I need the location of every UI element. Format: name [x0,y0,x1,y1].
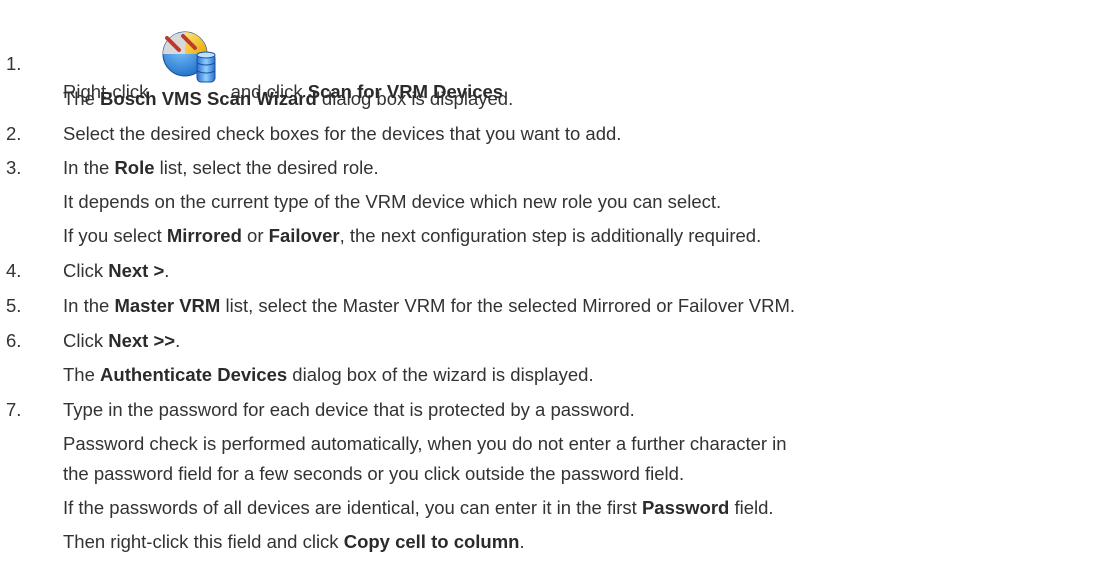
ui-term: Role [114,157,155,178]
text-run: Click [63,260,109,281]
step-number: 5. [6,295,22,316]
step-number: 4. [6,260,22,281]
text-run: If you select [63,225,167,246]
text-run: list, select the desired role. [154,157,379,178]
text-run: . [164,260,170,281]
text-run: It depends on the current type of the VR… [63,191,722,212]
text-run: field. [729,497,774,518]
step-text-line: The Authenticate Devices dialog box of t… [63,363,594,387]
text-run: . [175,330,181,351]
step-text-line: Password check is performed automaticall… [63,432,787,456]
text-run: Password check is performed automaticall… [63,433,787,454]
text-run: . [519,531,525,552]
step-text-line: the password field for a few seconds or … [63,462,684,486]
text-run: In the [63,157,115,178]
text-run: Type in the password for each device tha… [63,399,635,420]
step-number: 7. [6,399,22,420]
step-text-line: In the Master VRM list, select the Maste… [63,294,795,318]
step-text-line: Then right-click this field and click Co… [63,530,525,554]
ui-term: Master VRM [114,295,221,316]
ui-term: Mirrored [166,225,242,246]
text-run: dialog box of the wizard is displayed. [287,364,594,385]
step-text-line: If the passwords of all devices are iden… [63,496,774,520]
step-text-line: Click Next >>. [63,329,180,353]
step-text-line: The Bosch VMS Scan Wizard dialog box is … [63,87,513,111]
step-text-line: It depends on the current type of the VR… [63,190,721,214]
text-run: , the next configuration step is additio… [339,225,762,246]
ui-term: Bosch VMS Scan Wizard [100,88,317,109]
text-run: the password field for a few seconds or … [63,463,685,484]
text-run: The [63,364,101,385]
text-run: list, select the Master VRM for the sele… [220,295,796,316]
step-text-line: Type in the password for each device tha… [63,398,635,422]
text-run: The [63,88,101,109]
step-text-line: In the Role list, select the desired rol… [63,156,379,180]
step-number: 6. [6,330,22,351]
step-number: 1. [6,53,22,74]
ui-term: Authenticate Devices [100,364,288,385]
text-run: Select the desired check boxes for the d… [63,123,622,144]
text-run: If the passwords of all devices are iden… [63,497,642,518]
text-run: Click [63,330,109,351]
text-run: or [241,225,269,246]
text-run: Then right-click this field and click [63,531,344,552]
step-number: 2. [6,123,22,144]
text-run: In the [63,295,115,316]
ui-term: Password [641,497,730,518]
step-number: 3. [6,157,22,178]
step-text-line: Click Next >. [63,259,169,283]
ui-term: Failover [268,225,340,246]
ui-term: Copy cell to column [343,531,520,552]
step-text-line: Select the desired check boxes for the d… [63,122,621,146]
ui-term: Next > [108,260,165,281]
ui-term: Next >> [108,330,176,351]
text-run: dialog box is displayed. [316,88,514,109]
step-text-line: If you select Mirrored or Failover, the … [63,224,761,248]
